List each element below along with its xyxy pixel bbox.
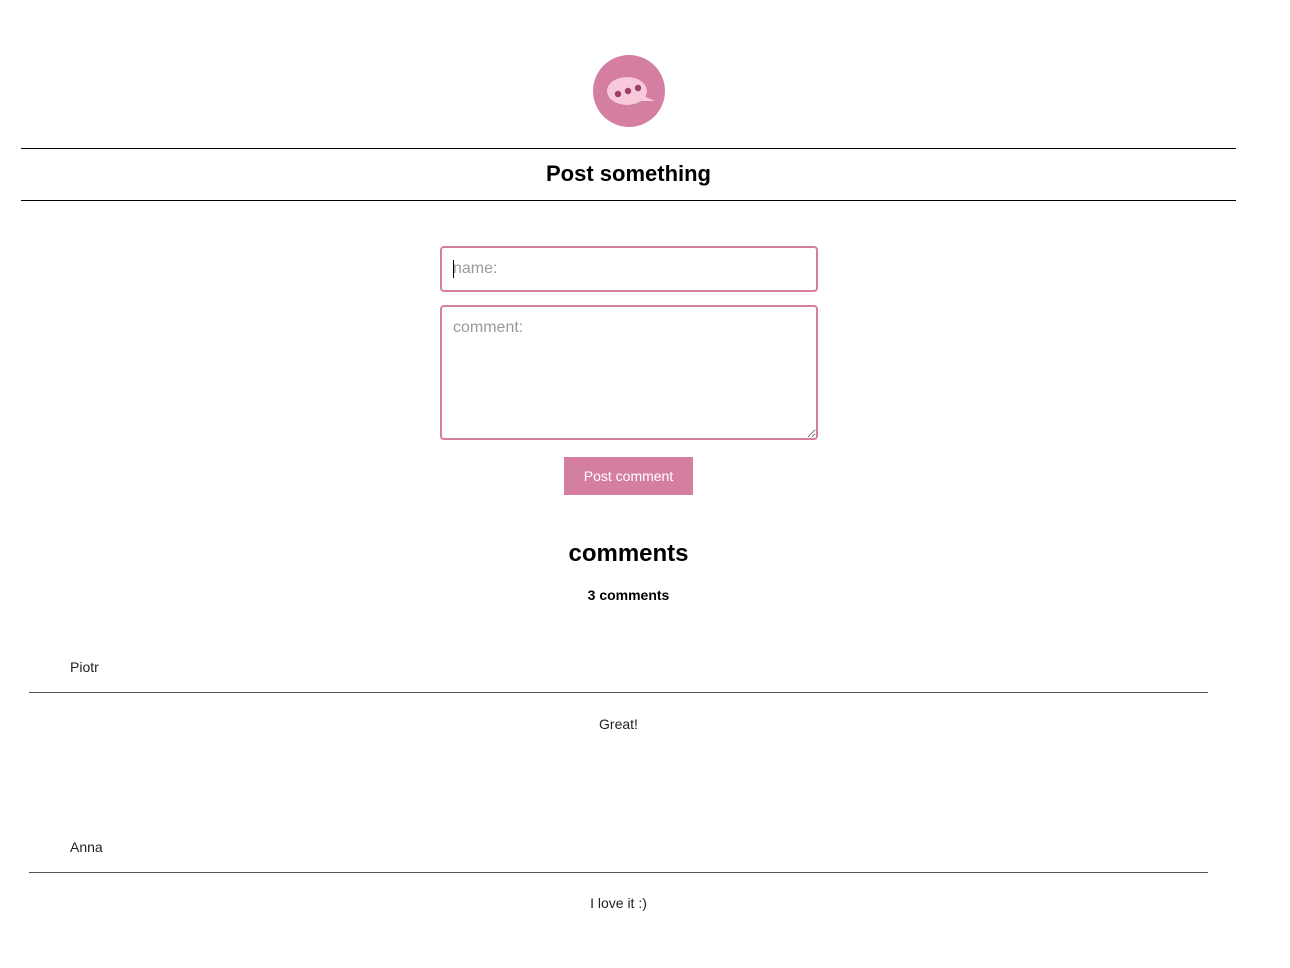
page-title: Post something <box>545 161 711 186</box>
text-caret <box>453 260 454 278</box>
comment-author: Anna <box>70 839 103 855</box>
comment-divider <box>29 692 1208 693</box>
page: Post something Post comment comments 3 c… <box>0 0 1290 968</box>
post-comment-button[interactable]: Post comment <box>564 457 693 495</box>
comment-divider <box>29 872 1208 873</box>
name-field[interactable] <box>440 246 818 292</box>
comment-text: Great! <box>599 716 638 732</box>
header-bottom-divider <box>21 200 1236 201</box>
comments-heading: comments <box>568 540 689 567</box>
comment-author: Piotr <box>70 659 99 675</box>
comment-field[interactable] <box>440 305 818 440</box>
comments-count: 3 comments <box>587 587 670 603</box>
header-top-divider <box>21 148 1236 149</box>
chat-bubble-icon <box>593 55 665 127</box>
comment-text: I love it :) <box>590 895 647 911</box>
